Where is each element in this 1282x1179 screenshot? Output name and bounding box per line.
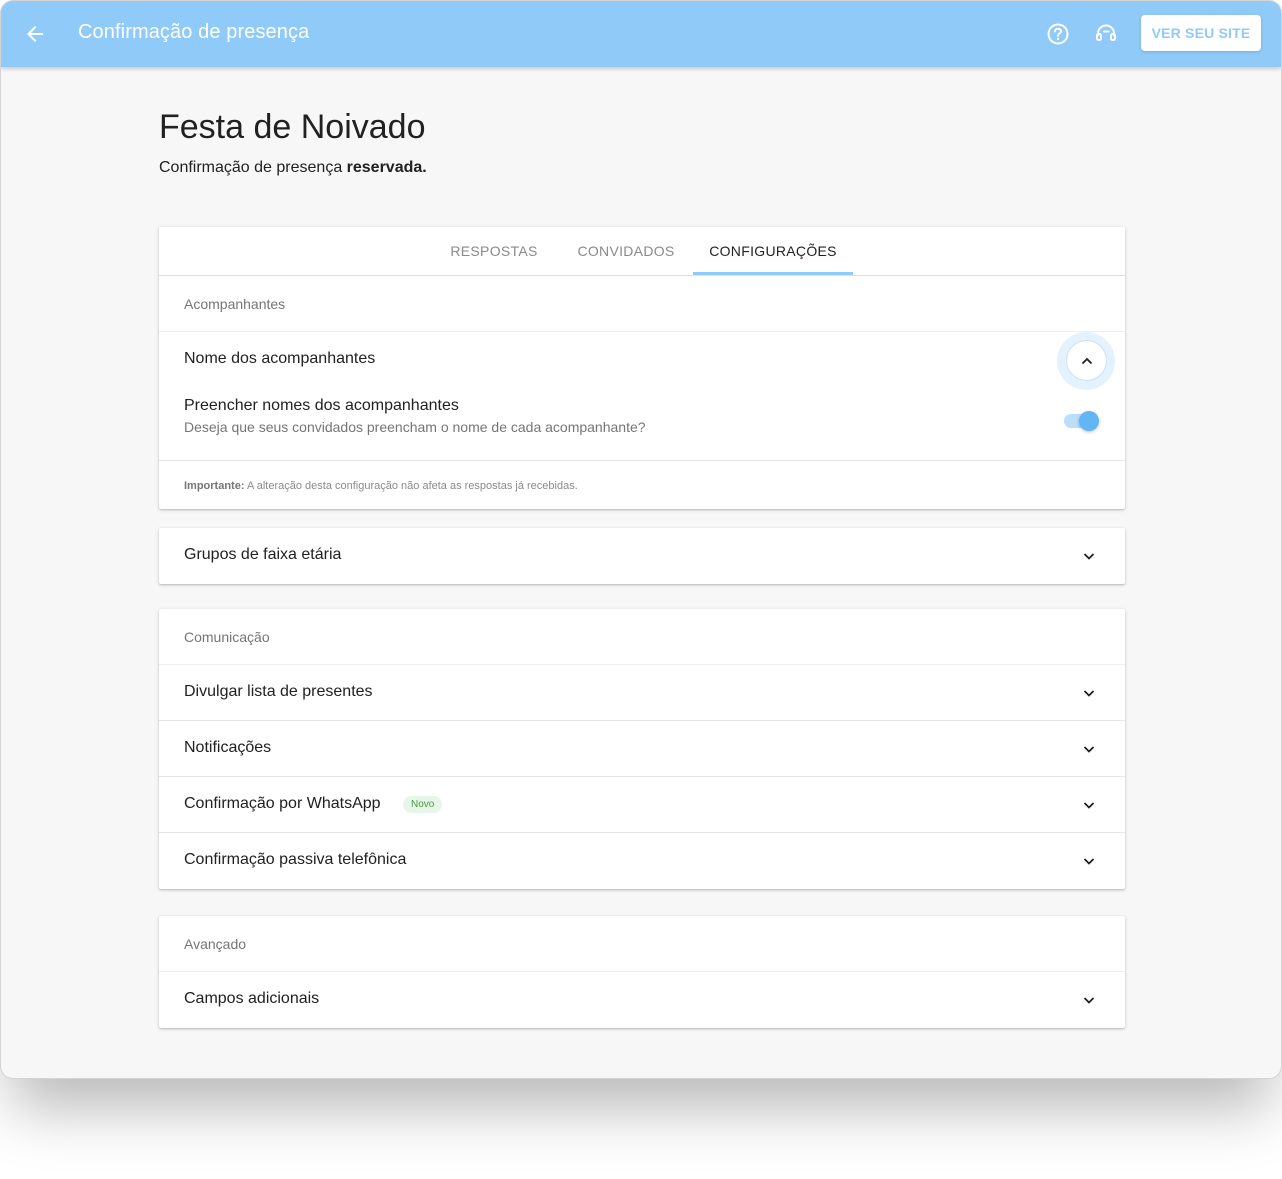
tab-configuracoes[interactable]: CONFIGURAÇÕES <box>693 227 853 276</box>
section-title: Acompanhantes <box>184 296 286 312</box>
note-text: Importante: A alteração desta configuraç… <box>184 480 578 492</box>
phone-confirmation-row[interactable]: Confirmação passiva telefônica <box>159 833 1125 889</box>
chevron-down-icon <box>1083 858 1095 865</box>
collapse-button[interactable] <box>1066 340 1107 381</box>
note-body: A alteração desta configuração não afeta… <box>244 480 578 492</box>
row-label: Confirmação passiva telefônica <box>184 851 407 868</box>
note-label: Importante: <box>184 480 245 492</box>
chevron-down-icon <box>1083 746 1095 753</box>
setting-description: Deseja que seus convidados preencham o n… <box>184 419 646 435</box>
row-label: Campos adicionais <box>184 990 320 1007</box>
app-window: Confirmação de presença VER SEU SITE Fes… <box>1 1 1281 1078</box>
fill-companion-names-setting: Preencher nomes dos acompanhantes Deseja… <box>159 389 1125 461</box>
chevron-down-icon <box>1083 802 1095 809</box>
help-circle-icon[interactable] <box>1045 21 1071 47</box>
whatsapp-confirmation-row[interactable]: Confirmação por WhatsApp Novo <box>159 777 1125 833</box>
arrow-left-icon[interactable] <box>23 22 47 46</box>
tab-convidados[interactable]: CONVIDADOS <box>561 227 691 276</box>
advanced-card: Avançado Campos adicionais <box>159 916 1125 1028</box>
additional-fields-row[interactable]: Campos adicionais <box>159 972 1125 1028</box>
chevron-down-icon <box>1083 690 1095 697</box>
important-note: Importante: A alteração desta configuraç… <box>159 461 1125 509</box>
gift-list-row[interactable]: Divulgar lista de presentes <box>159 665 1125 721</box>
age-groups-row[interactable]: Grupos de faixa etária <box>159 528 1125 584</box>
age-groups-card: Grupos de faixa etária <box>159 528 1125 584</box>
row-label: Grupos de faixa etária <box>184 546 342 563</box>
tab-bar: RESPOSTAS CONVIDADOS CONFIGURAÇÕES <box>159 227 1125 276</box>
section-title: Avançado <box>184 936 247 952</box>
companion-names-row[interactable]: Nome dos acompanhantes <box>159 332 1125 390</box>
toggle-thumb <box>1079 411 1099 431</box>
row-label: Divulgar lista de presentes <box>184 683 373 700</box>
row-label: Notificações <box>184 739 272 756</box>
section-title: Comunicação <box>184 629 270 645</box>
page-subtitle: Confirmação de presença reservada. <box>159 159 427 177</box>
headset-icon[interactable] <box>1093 21 1119 47</box>
chevron-up-icon <box>1081 357 1093 365</box>
page-title: Festa de Noivado <box>159 108 426 146</box>
top-app-bar: Confirmação de presença VER SEU SITE <box>1 1 1281 67</box>
new-badge: Novo <box>403 796 443 813</box>
section-header-avancado: Avançado <box>159 916 1125 972</box>
view-site-button[interactable]: VER SEU SITE <box>1141 15 1261 51</box>
fill-names-toggle[interactable] <box>1063 409 1103 433</box>
setting-title: Preencher nomes dos acompanhantes <box>184 397 459 414</box>
subtitle-status: reservada. <box>346 159 427 176</box>
app-bar-title: Confirmação de presença <box>78 21 310 43</box>
chevron-down-icon <box>1083 553 1095 560</box>
section-header-acompanhantes: Acompanhantes <box>159 276 1125 332</box>
row-label: Nome dos acompanhantes <box>184 350 376 367</box>
subtitle-text: Confirmação de presença <box>159 159 347 176</box>
chevron-down-icon <box>1083 997 1095 1004</box>
section-header-comunicacao: Comunicação <box>159 609 1125 665</box>
notifications-row[interactable]: Notificações <box>159 721 1125 777</box>
active-tab-indicator <box>693 272 853 275</box>
row-label: Confirmação por WhatsApp <box>184 795 381 812</box>
companions-card: RESPOSTAS CONVIDADOS CONFIGURAÇÕES Acomp… <box>159 227 1125 509</box>
communication-card: Comunicação Divulgar lista de presentes … <box>159 609 1125 889</box>
tab-respostas[interactable]: RESPOSTAS <box>429 227 559 276</box>
